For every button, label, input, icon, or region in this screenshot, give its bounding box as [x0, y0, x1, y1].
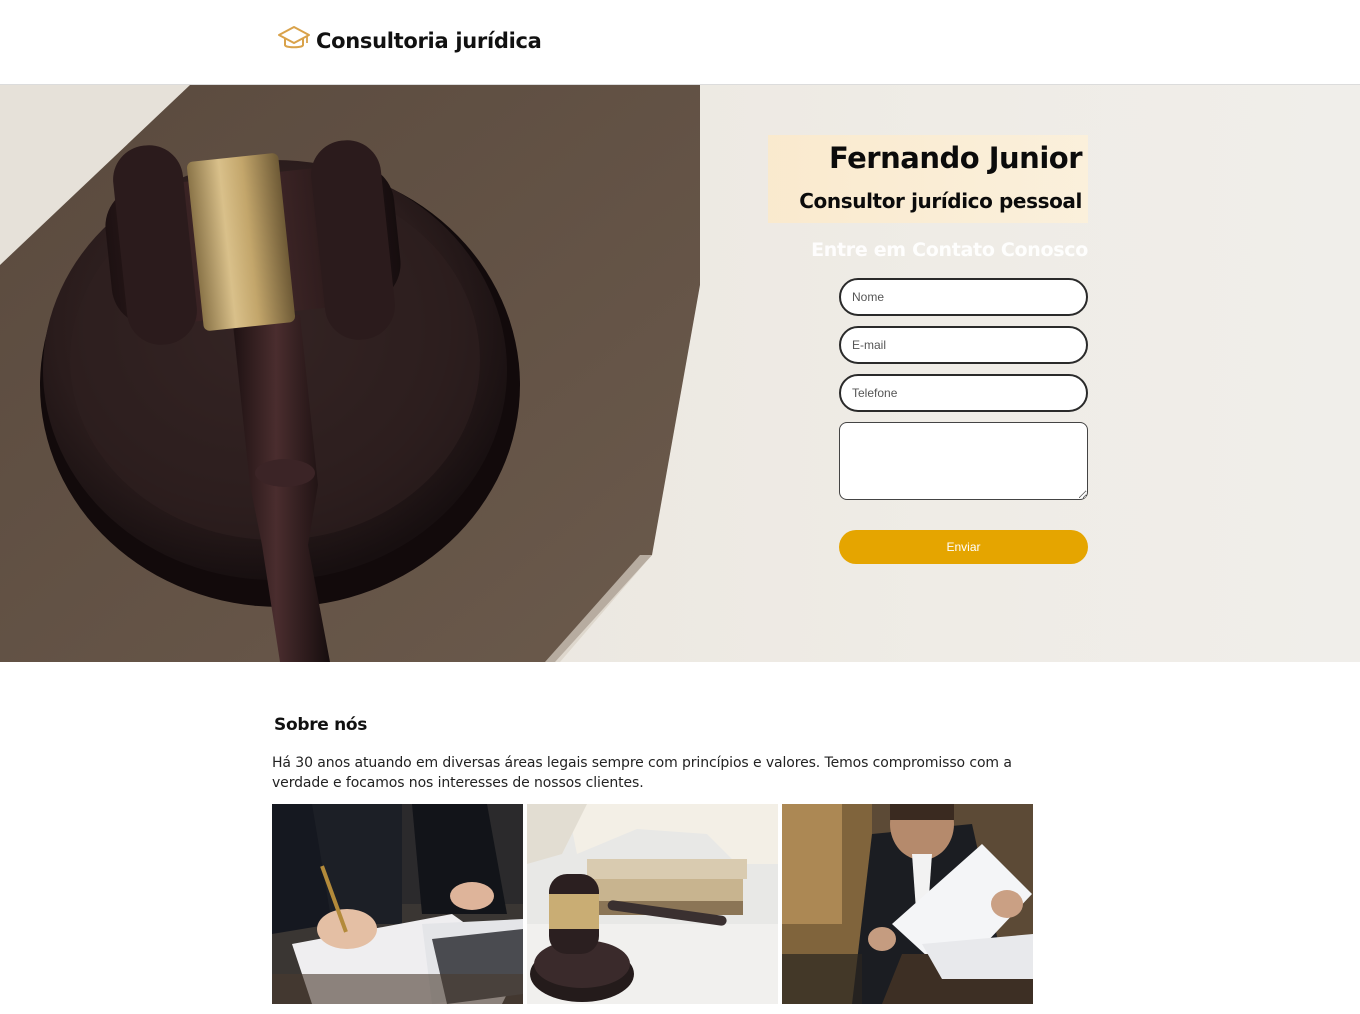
- hero-role: Consultor jurídico pessoal: [799, 189, 1082, 213]
- gavel-image: [0, 85, 700, 662]
- photo-gallery: [272, 804, 1033, 1004]
- photo-reading-document: [782, 804, 1033, 1004]
- about-text: Há 30 anos atuando em diversas áreas leg…: [272, 755, 1012, 791]
- logo[interactable]: Consultoria jurídica: [277, 24, 542, 54]
- hero-name: Fernando Junior: [829, 141, 1083, 175]
- photo-signing-documents: [272, 804, 523, 1004]
- message-textarea[interactable]: [839, 422, 1088, 500]
- phone-input[interactable]: [839, 374, 1088, 412]
- graduation-cap-icon: [278, 26, 310, 49]
- site-header: Consultoria jurídica: [0, 0, 1360, 85]
- name-input[interactable]: [839, 278, 1088, 316]
- email-input[interactable]: [839, 326, 1088, 364]
- hero-section: Fernando Junior Consultor jurídico pesso…: [0, 85, 1360, 662]
- photo-gavel-and-books: [527, 804, 778, 1004]
- submit-button[interactable]: Enviar: [839, 530, 1088, 564]
- title-box: Fernando Junior Consultor jurídico pesso…: [768, 135, 1088, 223]
- about-title: Sobre nós: [274, 715, 368, 735]
- site-title: Consultoria jurídica: [316, 29, 542, 53]
- contact-form-title: Entre em Contato Conosco: [811, 239, 1088, 261]
